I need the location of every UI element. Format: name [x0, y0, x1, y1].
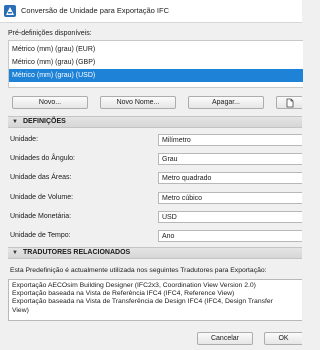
preset-item-usd[interactable]: Métrico (mm) (grau) (USD) [9, 69, 303, 82]
translators-description: Esta Predefinição é actualmente utilizad… [10, 267, 267, 274]
area-unit-field[interactable]: Metro quadrado [158, 172, 302, 184]
archicad-app-icon [4, 5, 16, 17]
angle-unit-field[interactable]: Grau [158, 153, 302, 165]
definitions-header-label: DEFINIÇÕES [23, 118, 66, 125]
ok-button[interactable]: OK [264, 332, 302, 345]
translator-line: Exportação baseada na Vista de Referênci… [12, 290, 235, 298]
definitions-header[interactable]: ▼ DEFINIÇÕES [8, 116, 302, 128]
translators-header[interactable]: ▼ TRADUTORES RELACIONADOS [8, 247, 302, 259]
time-unit-field[interactable]: Ano [158, 230, 302, 242]
unit-label: Unidade: [10, 136, 39, 143]
new-button[interactable]: Novo... [12, 96, 88, 109]
collapse-triangle-icon: ▼ [12, 250, 18, 256]
currency-unit-field[interactable]: USD [158, 211, 302, 223]
currency-unit-label: Unidade Monetária: [10, 213, 72, 220]
translator-line: Exportação baseada na Vista de Transferê… [12, 298, 273, 306]
angle-unit-label: Unidades do Ângulo: [10, 155, 75, 162]
export-button[interactable] [276, 96, 302, 109]
translators-list[interactable]: Exportação AECOsim Building Designer (IF… [8, 279, 302, 321]
presets-label: Pré-definições disponíveis: [8, 30, 92, 37]
title-bar: Conversão de Unidade para Exportação IFC [0, 0, 302, 23]
volume-unit-field[interactable]: Metro cúbico [158, 192, 302, 204]
collapse-triangle-icon: ▼ [12, 119, 18, 125]
export-icon [286, 98, 293, 108]
unit-field[interactable]: Milímetro [158, 134, 302, 146]
translator-line: View) [12, 306, 29, 314]
volume-unit-label: Unidade de Volume: [10, 194, 74, 201]
new-name-button[interactable]: Novo Nome... [100, 96, 176, 109]
translator-line: Exportação AECOsim Building Designer (IF… [12, 282, 256, 289]
preset-item-gbp[interactable]: Métrico (mm) (grau) (GBP) [9, 56, 303, 69]
presets-list[interactable]: Métrico (mm) (grau) (EUR) Métrico (mm) (… [8, 40, 303, 88]
time-unit-label: Unidade de Tempo: [10, 232, 71, 239]
translators-header-label: TRADUTORES RELACIONADOS [23, 249, 131, 256]
area-unit-label: Unidade das Áreas: [10, 174, 72, 181]
window-title: Conversão de Unidade para Exportação IFC [21, 6, 170, 15]
preset-item-eur[interactable]: Métrico (mm) (grau) (EUR) [9, 43, 303, 56]
cancel-button[interactable]: Cancelar [197, 332, 253, 345]
delete-button[interactable]: Apagar... [188, 96, 264, 109]
